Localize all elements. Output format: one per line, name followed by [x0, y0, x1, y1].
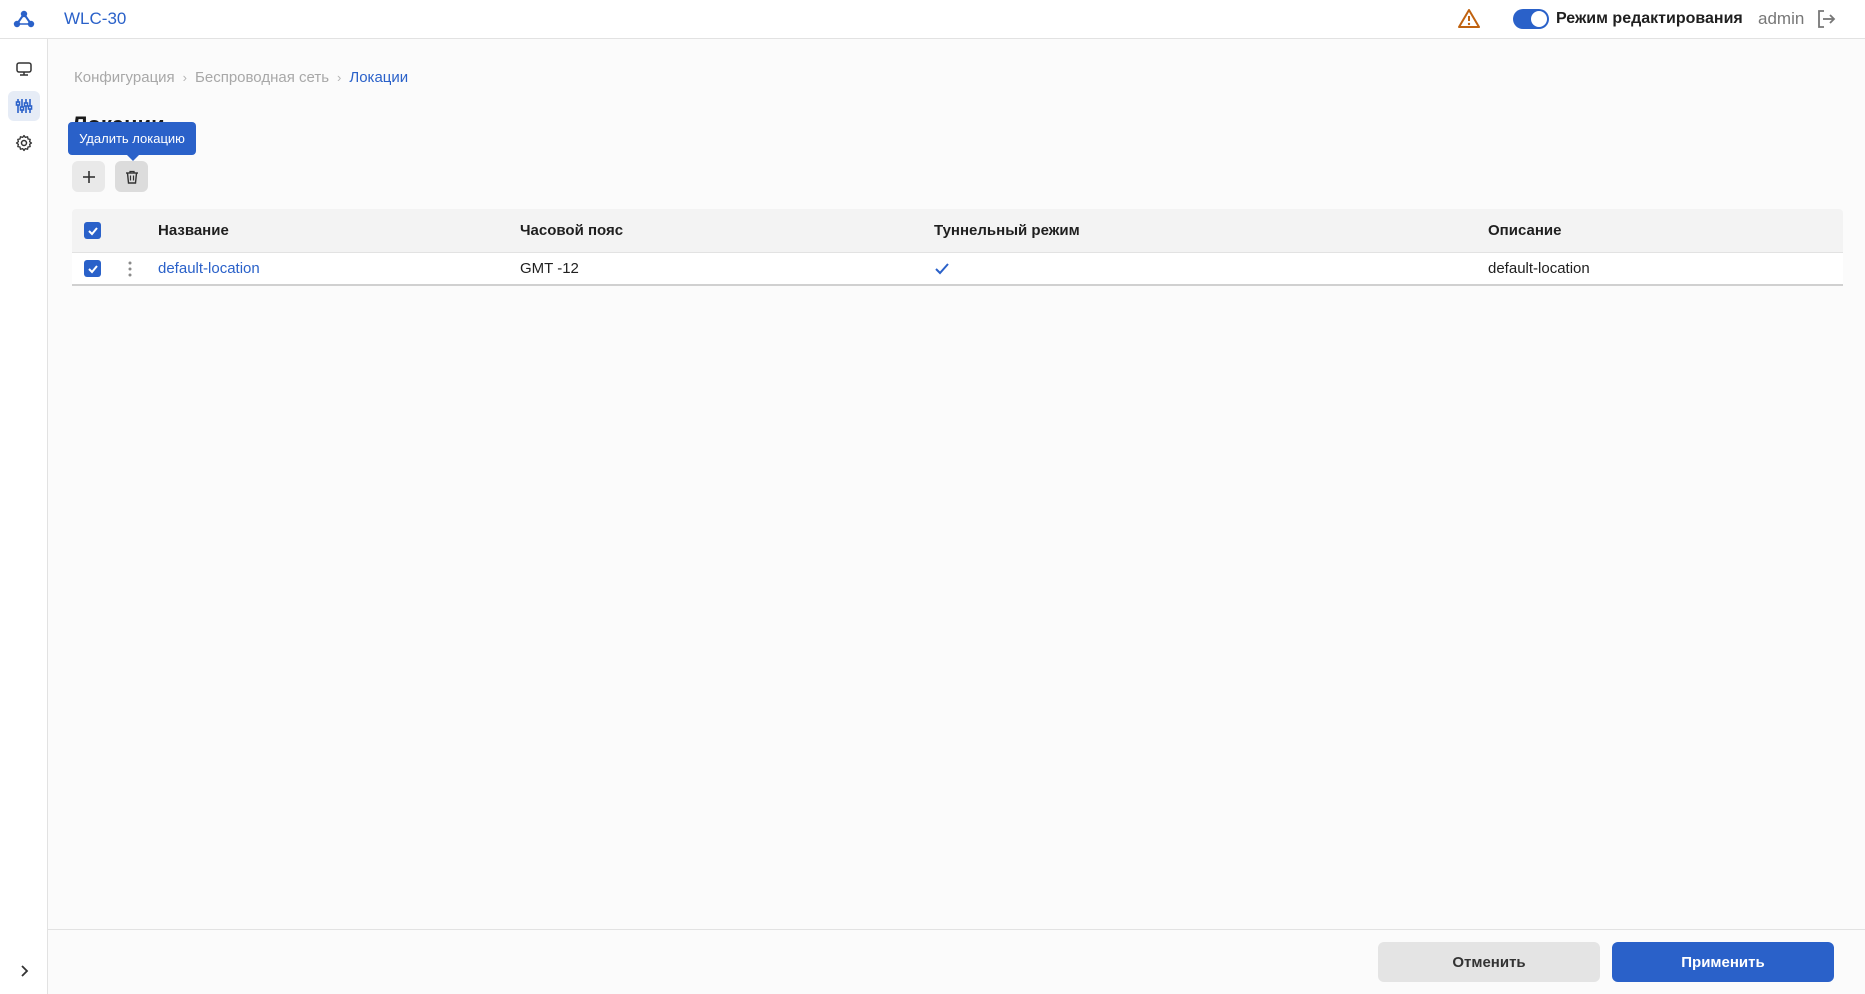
- location-name-link[interactable]: default-location: [158, 253, 260, 284]
- column-header-description[interactable]: Описание: [1488, 209, 1561, 252]
- select-all-checkbox[interactable]: [84, 222, 101, 239]
- app-logo-icon[interactable]: [12, 9, 36, 29]
- sidebar-item-configuration[interactable]: [8, 91, 40, 121]
- table-row[interactable]: default-location GMT -12 default-locatio…: [72, 253, 1843, 286]
- table-header: Название Часовой пояс Туннельный режим О…: [72, 209, 1843, 253]
- add-location-button[interactable]: [72, 161, 105, 192]
- tunnel-mode-check: [934, 253, 950, 284]
- sidebar-item-settings[interactable]: [8, 128, 40, 158]
- kebab-menu-icon: [128, 261, 132, 276]
- delete-location-button[interactable]: [115, 161, 148, 192]
- chevron-right-icon: ›: [182, 70, 188, 85]
- row-actions-menu[interactable]: [128, 253, 132, 284]
- row-checkbox[interactable]: [84, 260, 101, 277]
- sidebar: [0, 39, 48, 994]
- chevron-right-icon: ›: [337, 70, 342, 85]
- footer-actions: Отменить Применить: [48, 929, 1865, 994]
- edit-mode-label: Режим редактирования: [1556, 10, 1743, 27]
- warning-icon[interactable]: [1458, 8, 1480, 30]
- location-timezone: GMT -12: [520, 260, 579, 277]
- edit-mode-toggle[interactable]: [1513, 9, 1549, 29]
- top-bar: WLC-30 Режим редактирования admin: [0, 0, 1865, 39]
- gear-icon: [15, 134, 33, 152]
- breadcrumb-configuration[interactable]: Конфигурация: [74, 69, 175, 86]
- column-header-timezone[interactable]: Часовой пояс: [520, 209, 623, 252]
- trash-icon: [125, 170, 138, 184]
- checkmark-icon: [87, 226, 98, 235]
- monitor-icon: [16, 62, 32, 76]
- column-header-name[interactable]: Название: [158, 209, 229, 252]
- app-title[interactable]: WLC-30: [64, 9, 126, 29]
- location-description: default-location: [1488, 260, 1590, 277]
- breadcrumb-wireless[interactable]: Беспроводная сеть: [195, 69, 329, 86]
- user-name: admin: [1758, 9, 1805, 28]
- sidebar-item-monitoring[interactable]: [8, 54, 40, 84]
- delete-tooltip: Удалить локацию: [68, 122, 196, 161]
- check-icon: [935, 262, 949, 274]
- plus-icon: [82, 170, 95, 183]
- logout-icon[interactable]: [1815, 8, 1837, 30]
- apply-button[interactable]: Применить: [1612, 942, 1834, 982]
- checkmark-icon: [87, 264, 98, 273]
- cancel-button[interactable]: Отменить: [1378, 942, 1600, 982]
- breadcrumb-locations: Локации: [349, 69, 409, 86]
- locations-table: Название Часовой пояс Туннельный режим О…: [72, 209, 1843, 286]
- sliders-icon: [15, 99, 33, 113]
- expand-sidebar-icon[interactable]: [14, 961, 34, 981]
- breadcrumb: Конфигурация › Беспроводная сеть › Локац…: [74, 69, 408, 86]
- column-header-tunnel-mode[interactable]: Туннельный режим: [934, 209, 1080, 252]
